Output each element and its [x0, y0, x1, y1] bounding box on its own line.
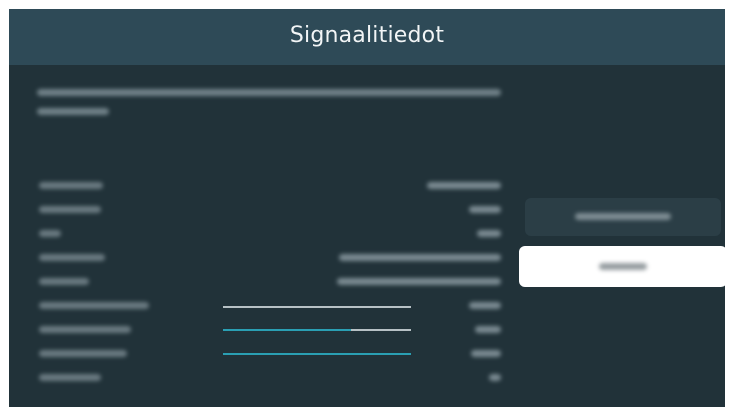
- signal-test-button[interactable]: [525, 198, 721, 236]
- info-label-blurred: [39, 278, 89, 285]
- info-label-blurred: [39, 350, 127, 357]
- dialog-title: Signaalitiedot: [289, 23, 445, 48]
- dialog-header: Signaalitiedot: [9, 9, 725, 65]
- info-value-blurred: [489, 374, 501, 381]
- info-value-blurred: [339, 254, 501, 261]
- info-value-blurred: [477, 230, 501, 237]
- info-label-blurred: [39, 326, 131, 333]
- info-label-blurred: [39, 230, 61, 237]
- info-value-blurred: [469, 206, 501, 213]
- button-label-blurred: [575, 213, 671, 220]
- description-line: [37, 108, 109, 115]
- info-value-blurred: [427, 182, 501, 189]
- signal-level-bar: [223, 306, 411, 308]
- info-value-blurred: [475, 326, 501, 333]
- info-label-blurred: [39, 302, 149, 309]
- description-line: [37, 89, 501, 96]
- signal-level-bar: [223, 353, 411, 355]
- info-label-blurred: [39, 182, 103, 189]
- info-label-blurred: [39, 374, 101, 381]
- close-button[interactable]: [519, 246, 725, 287]
- signal-level-bar-fill: [223, 353, 411, 355]
- signal-level-bar: [223, 329, 411, 331]
- info-value-blurred: [469, 302, 501, 309]
- signal-info-dialog: Signaalitiedot: [9, 9, 725, 407]
- signal-level-bar-fill: [223, 329, 351, 331]
- info-value-blurred: [337, 278, 501, 285]
- info-label-blurred: [39, 206, 101, 213]
- button-label-blurred: [599, 263, 647, 270]
- info-label-blurred: [39, 254, 105, 261]
- info-value-blurred: [471, 350, 501, 357]
